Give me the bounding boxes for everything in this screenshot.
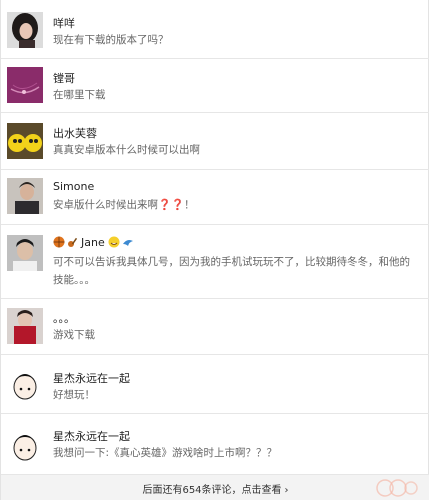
load-more-label: 后面还有654条评论，点击查看	[142, 485, 282, 496]
avatar[interactable]	[7, 123, 43, 159]
avatar[interactable]	[7, 178, 43, 214]
comment-username[interactable]: 镗哥	[53, 70, 75, 86]
user-avatar-icon	[7, 428, 43, 464]
comment-username[interactable]: Simone	[53, 180, 94, 193]
comment-item: Simone 安卓版什么时候出来啊❓❓！	[1, 170, 429, 225]
dolphin-icon	[122, 236, 134, 248]
user-avatar-icon	[7, 67, 43, 103]
comment-item: 星杰永远在一起 好想玩！	[1, 355, 429, 414]
comment-item: 星杰永远在一起 我想问一下:《真心英雄》游戏啥时上市啊？？？	[1, 414, 429, 474]
comment-username[interactable]: 咩咩	[53, 15, 75, 31]
comment-username[interactable]: 星杰永远在一起	[53, 428, 130, 444]
comment-username[interactable]: 。。。	[53, 310, 75, 326]
avatar[interactable]	[7, 235, 43, 271]
basketball-icon	[53, 236, 65, 248]
comment-item: 咩咩 现在有下载的版本了吗？	[1, 0, 429, 59]
comment-item: 镗哥 在哪里下载	[1, 59, 429, 113]
question-mark-emoji-icon: ❓❓	[158, 199, 185, 211]
comment-item: 。。。 游戏下载	[1, 299, 429, 355]
comment-text: 游戏下载	[53, 329, 95, 341]
username-text: Jane	[81, 236, 105, 249]
comment-text: 在哪里下载	[53, 89, 106, 101]
user-avatar-icon	[7, 367, 43, 403]
user-avatar-icon	[7, 308, 43, 344]
user-avatar-icon	[7, 235, 43, 271]
avatar[interactable]	[7, 12, 43, 48]
comment-feed: 咩咩 现在有下载的版本了吗？ 镗哥 在哪里下载 出水芙蓉 真真安卓版本什么时候可…	[0, 0, 429, 500]
comment-text: 我想问一下:《真心英雄》游戏啥时上市啊？？？	[53, 447, 278, 459]
avatar[interactable]	[7, 67, 43, 103]
comment-text: 现在有下载的版本了吗？	[53, 34, 169, 46]
comment-text: 可不可以告诉我具体几号，因为我的手机试玩玩不了，比较期待冬冬，和他的技能。。。	[53, 256, 410, 286]
comment-username[interactable]: 出水芙蓉	[53, 125, 97, 141]
comment-item: 出水芙蓉 真真安卓版本什么时候可以出啊	[1, 113, 429, 170]
comment-text: 真真安卓版本什么时候可以出啊	[53, 144, 200, 156]
avatar[interactable]	[7, 308, 43, 344]
comment-text-body: 安卓版什么时候出来啊	[53, 199, 158, 211]
avatar[interactable]	[7, 428, 43, 464]
comment-text: 安卓版什么时候出来啊❓❓！	[53, 196, 416, 214]
user-avatar-icon	[7, 12, 43, 48]
laughing-face-icon	[108, 236, 120, 248]
comment-text: 好想玩！	[53, 389, 95, 401]
comment-username[interactable]: Jane	[53, 236, 136, 249]
user-avatar-icon	[7, 178, 43, 214]
comment-username[interactable]: 星杰永远在一起	[53, 370, 130, 386]
watermark-logo-icon	[376, 479, 418, 497]
chevron-right-icon: ›	[284, 485, 289, 496]
avatar[interactable]	[7, 367, 43, 403]
guitar-icon	[67, 236, 79, 248]
comment-text-suffix: ！	[184, 199, 195, 211]
user-avatar-icon	[7, 123, 43, 159]
comment-item: Jane 可不可以告诉我具体几号，因为我的手机试玩玩不了，比较期待冬冬，和他的技…	[1, 225, 429, 299]
